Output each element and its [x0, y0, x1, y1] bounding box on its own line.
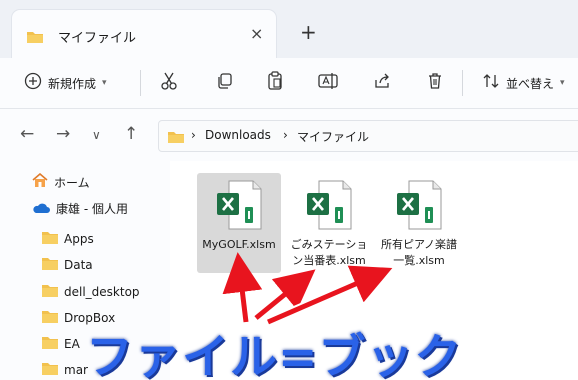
- toolbar-divider: [462, 70, 463, 96]
- folder-icon: [42, 255, 58, 274]
- command-bar: 新規作成 ▾ 並べ替え ▾: [0, 58, 578, 109]
- recent-chevron-icon[interactable]: ∨: [92, 128, 101, 142]
- file-item-piano-scores[interactable]: 所有ピアノ楽譜一覧.xlsm: [377, 173, 461, 273]
- overlay-caption: ファイル=ブック: [84, 329, 463, 380]
- sidebar-item-ea[interactable]: EA: [42, 334, 80, 353]
- rename-icon: [318, 72, 338, 94]
- breadcrumb[interactable]: › Downloads › マイファイル: [158, 120, 578, 152]
- breadcrumb-separator: ›: [191, 128, 196, 142]
- plus-circle-icon: [24, 72, 42, 94]
- sidebar-item-apps[interactable]: Apps: [42, 229, 94, 248]
- folder-icon: [167, 129, 185, 148]
- sidebar-item-label: 康雄 - 個人用: [56, 202, 128, 216]
- chevron-down-icon: ▾: [560, 78, 565, 88]
- sidebar-item-label: dell_desktop: [64, 284, 140, 299]
- file-item-gomi-station[interactable]: ごみステーション当番表.xlsm: [287, 173, 371, 273]
- chevron-down-icon: ▾: [102, 78, 107, 88]
- file-item-mygolf[interactable]: MyGOLF.xlsm: [197, 173, 281, 273]
- tab-title: マイファイル: [58, 31, 137, 46]
- sidebar-item-label: mar: [64, 362, 88, 377]
- sidebar-item-mar[interactable]: mar: [42, 360, 88, 379]
- sidebar-item-home[interactable]: ホーム: [32, 172, 90, 192]
- folder-icon: [42, 282, 58, 301]
- clipboard-icon: [266, 71, 284, 95]
- sidebar-item-onedrive[interactable]: 康雄 - 個人用: [32, 199, 128, 218]
- cloud-icon: [32, 199, 50, 218]
- cut-button[interactable]: [160, 58, 178, 108]
- breadcrumb-my-files[interactable]: マイファイル: [297, 128, 369, 145]
- paste-button[interactable]: [266, 58, 284, 108]
- sidebar-item-label: Apps: [64, 231, 94, 246]
- new-tab-button[interactable]: +: [300, 20, 317, 44]
- sidebar-item-label: EA: [64, 336, 80, 351]
- scissors-icon: [160, 71, 178, 95]
- excel-file-icon: [395, 179, 443, 235]
- tab-my-files[interactable]: マイファイル ×: [12, 10, 276, 58]
- excel-file-icon: [215, 179, 263, 235]
- rename-button[interactable]: [318, 58, 338, 108]
- folder-icon: [42, 360, 58, 379]
- sort-icon: [482, 72, 500, 94]
- share-icon: [373, 72, 391, 94]
- new-button[interactable]: 新規作成 ▾: [24, 58, 107, 108]
- sidebar-item-label: Data: [64, 257, 93, 272]
- new-button-label: 新規作成: [48, 76, 97, 91]
- forward-arrow-icon[interactable]: →: [56, 124, 70, 144]
- folder-icon: [42, 308, 58, 327]
- folder-icon: [42, 229, 58, 248]
- sidebar-item-label: ホーム: [54, 176, 90, 190]
- sidebar-item-dell-desktop[interactable]: dell_desktop: [42, 282, 140, 301]
- folder-icon: [42, 334, 58, 353]
- tab-bar: マイファイル × +: [0, 0, 578, 58]
- close-tab-button[interactable]: ×: [250, 24, 263, 43]
- file-name: MyGOLF.xlsm: [202, 238, 276, 251]
- trash-icon: [426, 72, 444, 94]
- excel-file-icon: [305, 179, 353, 235]
- delete-button[interactable]: [426, 58, 444, 108]
- breadcrumb-downloads[interactable]: Downloads: [205, 128, 271, 142]
- breadcrumb-separator: ›: [283, 128, 288, 142]
- home-icon: [32, 172, 48, 192]
- copy-button[interactable]: [215, 58, 233, 108]
- file-explorer-window: マイファイル × + 新規作成 ▾ 並べ替え ▾ ← → ∨ ↑ › Downl…: [0, 0, 578, 380]
- file-name: 所有ピアノ楽譜一覧.xlsm: [380, 238, 457, 267]
- address-bar-row: ← → ∨ ↑ › Downloads › マイファイル: [0, 109, 578, 162]
- sort-button[interactable]: 並べ替え ▾: [482, 58, 565, 108]
- up-arrow-icon[interactable]: ↑: [124, 124, 138, 144]
- back-arrow-icon[interactable]: ←: [20, 124, 34, 144]
- toolbar-divider: [140, 70, 141, 96]
- copy-icon: [215, 72, 233, 94]
- file-name: ごみステーション当番表.xlsm: [290, 238, 368, 267]
- folder-icon: [26, 29, 44, 48]
- sort-button-label: 並べ替え: [506, 76, 555, 91]
- share-button[interactable]: [373, 58, 391, 108]
- sidebar-item-data[interactable]: Data: [42, 255, 93, 274]
